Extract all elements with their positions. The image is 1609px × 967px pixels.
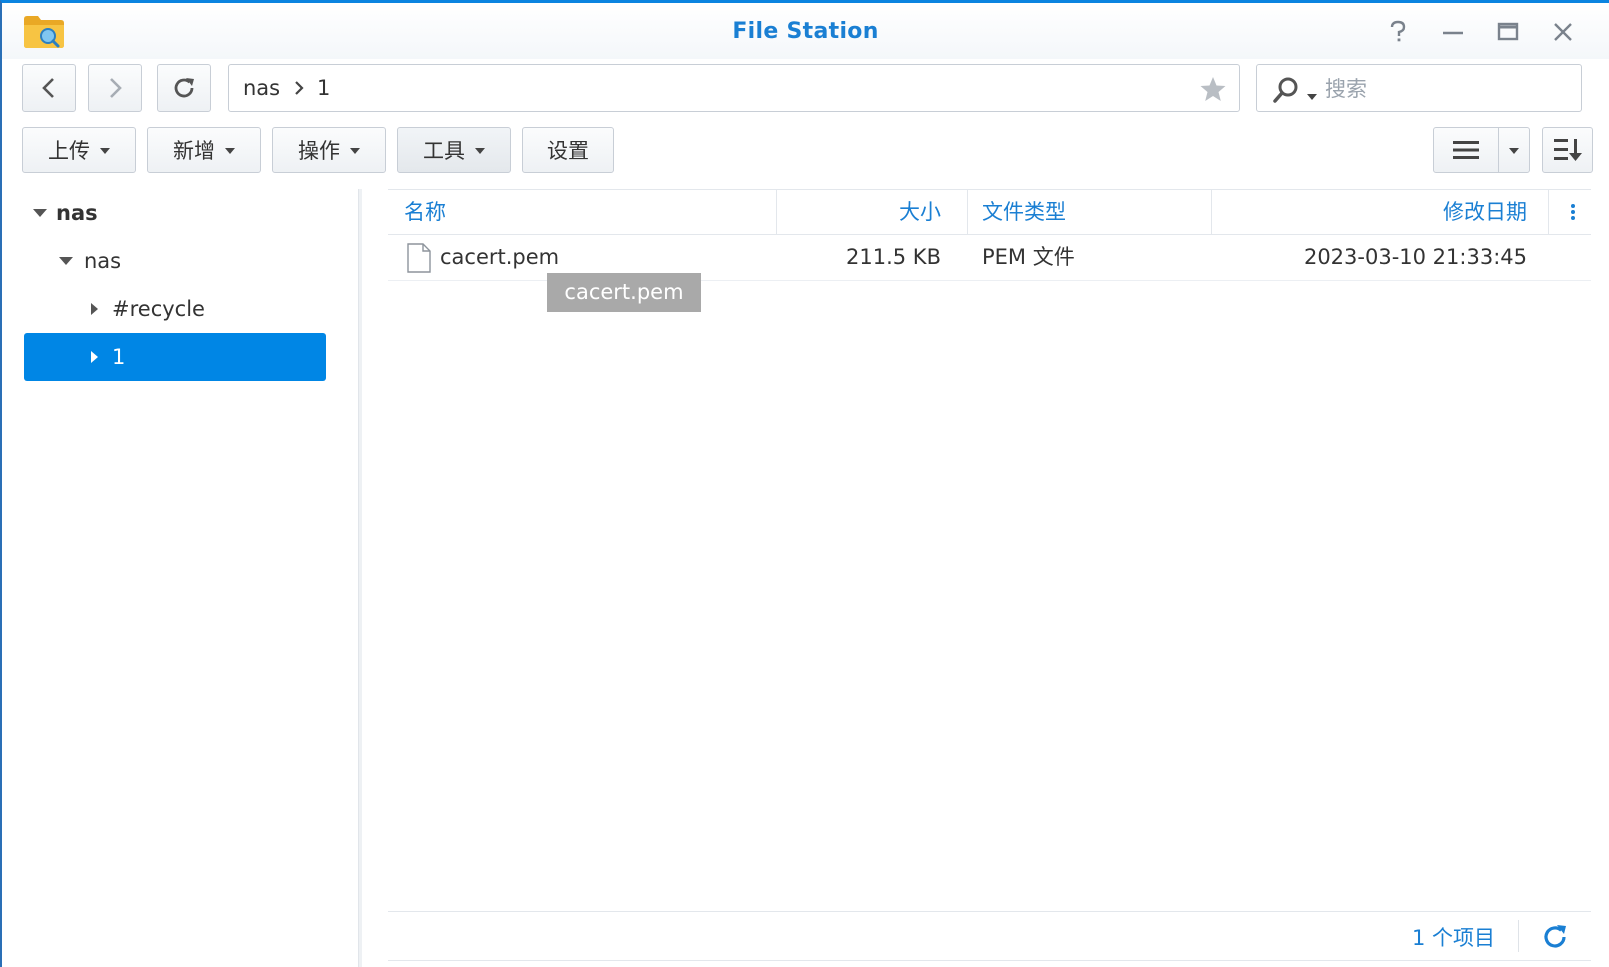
expand-toggle-icon[interactable] bbox=[58, 253, 74, 269]
column-header-name[interactable]: 名称 bbox=[404, 190, 446, 234]
refresh-icon bbox=[174, 78, 194, 98]
file-name: cacert.pem bbox=[440, 245, 560, 269]
chevron-right-icon bbox=[293, 79, 305, 101]
chevron-down-icon bbox=[100, 148, 110, 154]
star-icon[interactable] bbox=[1199, 75, 1227, 103]
create-label: 新增 bbox=[173, 139, 215, 163]
file-type: PEM 文件 bbox=[982, 245, 1075, 269]
chevron-down-icon bbox=[1509, 148, 1519, 154]
tools-button[interactable]: 工具 bbox=[397, 127, 511, 173]
folder-tree: nas nas #recycle 1 bbox=[4, 189, 359, 967]
title-bar: File Station bbox=[2, 3, 1609, 59]
tree-item-recycle[interactable]: #recycle bbox=[24, 285, 334, 333]
create-button[interactable]: 新增 bbox=[147, 127, 261, 173]
expand-toggle-icon[interactable] bbox=[86, 301, 102, 317]
expand-toggle-icon[interactable] bbox=[32, 205, 48, 221]
window-title: File Station bbox=[732, 19, 879, 44]
column-header-modified[interactable]: 修改日期 bbox=[1212, 190, 1541, 234]
expand-toggle-icon[interactable] bbox=[86, 349, 102, 365]
file-icon bbox=[406, 243, 432, 273]
back-button[interactable] bbox=[22, 64, 76, 112]
search-icon[interactable] bbox=[1271, 75, 1301, 105]
chevron-down-icon bbox=[350, 148, 360, 154]
chevron-down-icon bbox=[475, 148, 485, 154]
maximize-icon[interactable] bbox=[1493, 17, 1523, 47]
view-mode-button[interactable] bbox=[1433, 127, 1499, 173]
sort-icon bbox=[1553, 139, 1582, 161]
status-divider bbox=[1518, 920, 1519, 952]
upload-button[interactable]: 上传 bbox=[22, 127, 136, 173]
chevron-down-icon[interactable] bbox=[1307, 85, 1317, 104]
tree-item-label: nas bbox=[84, 249, 122, 273]
refresh-button[interactable] bbox=[157, 64, 211, 112]
file-modified: 2023-03-10 21:33:45 bbox=[1303, 245, 1527, 269]
tree-item-label: 1 bbox=[112, 345, 126, 369]
chevron-down-icon bbox=[225, 148, 235, 154]
file-size: 211.5 KB bbox=[846, 245, 941, 269]
status-bar: 1 个项目 bbox=[388, 911, 1591, 961]
help-icon[interactable] bbox=[1383, 17, 1413, 47]
minimize-icon[interactable] bbox=[1438, 17, 1468, 47]
settings-button[interactable]: 设置 bbox=[522, 127, 614, 173]
search-box[interactable] bbox=[1256, 64, 1582, 112]
breadcrumb-item[interactable]: 1 bbox=[317, 76, 330, 100]
tree-item-label: #recycle bbox=[112, 297, 205, 321]
tree-item-1[interactable]: 1 bbox=[24, 333, 326, 381]
column-divider[interactable] bbox=[967, 190, 968, 234]
column-header-size[interactable]: 大小 bbox=[777, 190, 955, 234]
settings-label: 设置 bbox=[547, 139, 589, 163]
list-view-icon bbox=[1453, 141, 1479, 159]
tools-label: 工具 bbox=[423, 139, 465, 163]
action-label: 操作 bbox=[298, 139, 340, 163]
sort-button[interactable] bbox=[1542, 127, 1593, 173]
filename-tooltip: cacert.pem bbox=[547, 273, 701, 312]
action-button[interactable]: 操作 bbox=[272, 127, 386, 173]
close-icon[interactable] bbox=[1548, 17, 1578, 47]
grid-header: 名称 大小 文件类型 修改日期 bbox=[388, 189, 1591, 235]
search-input[interactable] bbox=[1323, 72, 1577, 106]
sidebar-splitter[interactable] bbox=[358, 189, 362, 967]
forward-button[interactable] bbox=[88, 64, 142, 112]
column-menu-icon[interactable] bbox=[1563, 198, 1583, 226]
file-station-window: File Station nas 1 搜索 上传 新增 操作 工具 设置 nas… bbox=[0, 0, 1609, 967]
upload-label: 上传 bbox=[48, 139, 90, 163]
chevron-right-icon bbox=[110, 78, 122, 98]
path-bar[interactable]: nas 1 bbox=[228, 64, 1240, 112]
column-divider[interactable] bbox=[1548, 190, 1549, 234]
tree-item-nas[interactable]: nas bbox=[24, 237, 334, 285]
tree-item-nas-root[interactable]: nas bbox=[24, 189, 334, 237]
column-header-type[interactable]: 文件类型 bbox=[982, 190, 1066, 234]
breadcrumb-item[interactable]: nas bbox=[243, 76, 280, 100]
item-count: 1 个项目 bbox=[1411, 926, 1495, 950]
refresh-icon[interactable] bbox=[1539, 921, 1571, 953]
view-mode-dropdown[interactable] bbox=[1498, 127, 1530, 173]
chevron-left-icon bbox=[42, 78, 54, 98]
tree-item-label: nas bbox=[56, 201, 98, 225]
